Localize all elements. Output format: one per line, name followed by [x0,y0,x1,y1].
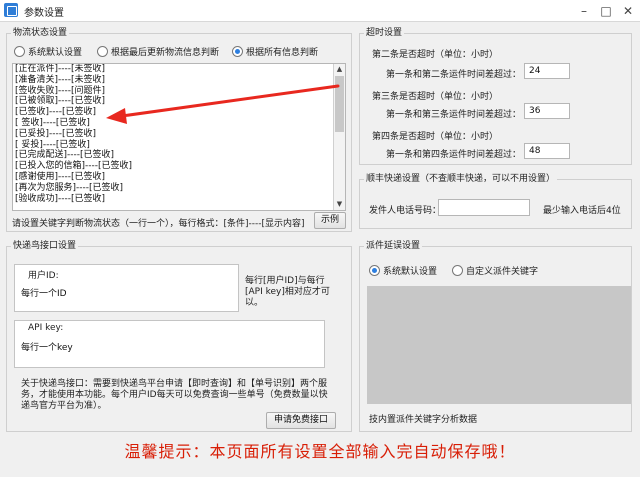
timeout-input-4[interactable]: 48 [524,143,570,159]
scroll-down-icon[interactable]: ▼ [334,199,345,210]
delay-keywords-area[interactable] [367,286,631,404]
kdniao-about: 关于快递鸟接口：需要到快递鸟平台申请【即时查询】和【单号识别】两个服务，才能使用… [21,379,328,411]
rule-line: [验收成功]----[已签收] [15,193,106,204]
rule-line: [已签收]----[已签收] [15,107,97,118]
close-icon[interactable]: ✕ [618,2,638,20]
minimize-icon[interactable]: – [574,2,594,20]
sf-express-title: 顺丰快递设置（不查顺丰快递，可以不用设置） [364,173,558,185]
scroll-up-icon[interactable]: ▲ [334,64,345,75]
title-bar: 参数设置 – □ ✕ [0,0,640,22]
rule-line: [已被领取]----[已签收] [15,96,106,107]
app-icon [4,3,18,17]
apply-free-api-button[interactable]: 申请免费接口 [266,412,336,429]
sf-phone-input[interactable] [438,199,530,216]
rule-line: [准备清关]----[未签收] [15,74,106,85]
rule-line: [正在派件]----[未签收] [15,64,106,74]
rule-line: [再次为您服务]----[已签收] [15,182,124,193]
rule-line: [已投入您的信箱]----[已签收] [15,161,133,172]
rule-line: [感谢使用]----[已签收] [15,171,106,182]
logistics-option-all[interactable]: 根据所有信息判断 [232,45,318,58]
scroll-thumb[interactable] [335,76,344,132]
rule-line: [ 妥投]----[已签收] [15,139,90,150]
sf-phone-label: 发件人电话号码： [369,206,442,216]
timeout-title: 超时设置 [364,27,405,39]
rule-line: [已妥投]----[已签收] [15,128,97,139]
logistics-option-label: 系统默认设置 [28,48,83,58]
logistics-status-title: 物流状态设置 [11,27,70,39]
timeout-heading-2: 第二条是否超时（单位：小时） [372,50,499,60]
radio-icon[interactable] [369,265,380,276]
window-title: 参数设置 [24,8,64,19]
radio-icon[interactable] [14,46,25,57]
logistics-option-label: 根据最后更新物流信息判断 [111,48,220,58]
timeout-input-2[interactable]: 24 [524,63,570,79]
timeout-label-4: 第一条和第四条运件时间差超过： [386,150,522,160]
rules-textarea[interactable]: [正在派件]----[未签收] [准备清关]----[未签收] [签收失败]--… [12,63,346,211]
rule-line: [签收失败]----[问题件] [15,85,106,96]
api-key-label: API key: [28,323,64,333]
rule-line: [ 签收]----[已签收] [15,117,90,128]
kdniao-title: 快递鸟接口设置 [11,240,79,252]
timeout-input-3[interactable]: 36 [524,103,570,119]
timeout-label-3: 第一条和第三条运件时间差超过： [386,110,522,120]
delay-option-custom[interactable]: 自定义派件关键字 [452,264,538,277]
delay-footer: 技内置派件关键字分析数据 [369,415,478,425]
rules-scrollbar[interactable]: ▲ ▼ [333,64,345,210]
delay-option-label: 自定义派件关键字 [466,267,539,277]
user-id-label-top: 用户ID: [28,271,59,281]
logistics-option-last[interactable]: 根据最后更新物流信息判断 [97,45,219,58]
radio-icon[interactable] [232,46,243,57]
timeout-heading-4: 第四条是否超时（单位：小时） [372,132,499,142]
delay-option-label: 系统默认设置 [383,267,438,277]
radio-icon[interactable] [97,46,108,57]
pair-note: 每行[用户ID]与每行[API key]相对应才可以。 [245,276,330,308]
logistics-option-label: 根据所有信息判断 [246,48,319,58]
logistics-option-default[interactable]: 系统默认设置 [14,45,82,58]
rule-line: [已完成配送]----[已签收] [15,150,115,161]
maximize-icon[interactable]: □ [596,2,616,20]
timeout-heading-3: 第三条是否超时（单位：小时） [372,92,499,102]
sf-phone-hint: 最少输入电话后4位 [543,206,621,216]
radio-icon[interactable] [452,265,463,276]
warm-tip: 温馨提示：本页面所有设置全部输入完自动保存哦！ [124,442,516,461]
rules-hint: 请设置关键字判断物流状态（一行一个），每行格式：[条件]----[显示内容] [12,219,305,229]
delay-option-default[interactable]: 系统默认设置 [369,264,437,277]
dispatch-delay-title: 派件延误设置 [364,240,423,252]
timeout-label-2: 第一条和第二条运件时间差超过： [386,70,522,80]
example-button[interactable]: 示例 [314,212,346,229]
